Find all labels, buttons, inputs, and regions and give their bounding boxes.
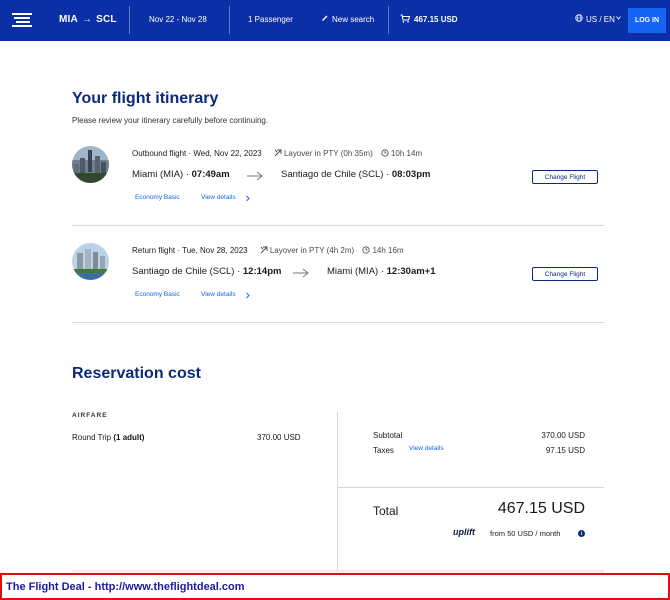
- return-departure-time: 12:14pm: [242, 266, 282, 277]
- login-button[interactable]: LOG IN: [628, 8, 666, 33]
- outbound-origin-city: Miami (MIA) ·: [132, 169, 192, 180]
- outbound-duration: 10h 14m: [390, 149, 423, 158]
- destination-city-image: [72, 146, 109, 183]
- origin-code: MIA: [59, 14, 78, 25]
- return-departure: Santiago de Chile (SCL) · 12:14pm: [132, 266, 281, 277]
- uplift-logo[interactable]: uplift: [453, 527, 475, 537]
- layover-icon: [274, 149, 282, 157]
- top-navigation-bar: MIA → SCL Nov 22 - Nov 28 1 Passenger New …: [0, 0, 670, 41]
- outbound-change-flight-button[interactable]: Change Flight: [532, 170, 598, 184]
- header-divider: [129, 6, 130, 34]
- chevron-down-icon: [616, 16, 621, 20]
- trip-passengers: (1 adult): [113, 433, 145, 442]
- outbound-arrival-time: 08:03pm: [391, 169, 431, 180]
- arrow-right-icon: [293, 268, 309, 278]
- route-arrow-icon: →: [81, 14, 93, 25]
- return-fare-class-link[interactable]: Economy Basic: [135, 291, 180, 298]
- total-label: Total: [373, 504, 399, 518]
- airfare-label: AIRFARE: [72, 412, 108, 419]
- travel-dates[interactable]: Nov 22 - Nov 28: [149, 15, 207, 24]
- subtotal-label: Subtotal: [373, 431, 403, 440]
- return-layover: Layover in PTY (4h 2m): [269, 246, 355, 255]
- return-flight-meta: Return flight · Tue, Nov 28, 2023 Layove…: [132, 246, 404, 255]
- globe-icon: [575, 14, 583, 22]
- new-search-link[interactable]: New search: [332, 15, 374, 24]
- itinerary-subtitle: Please review your itinerary carefully b…: [72, 116, 269, 125]
- return-arrival: Miami (MIA) · 12:30am+1: [327, 266, 436, 277]
- outbound-departure-time: 07:49am: [191, 169, 230, 180]
- trip-amount: 370.00 USD: [257, 433, 301, 442]
- outbound-arrival: Santiago de Chile (SCL) · 08:03pm: [281, 169, 430, 180]
- trip-type-text: Round Trip: [72, 433, 114, 442]
- return-change-flight-button[interactable]: Change Flight: [532, 267, 598, 281]
- return-flight-label: Return flight · Tue, Nov 28, 2023: [132, 246, 248, 255]
- origin-city-image: [72, 243, 109, 280]
- outbound-destination-city: Santiago de Chile (SCL) ·: [281, 169, 392, 180]
- arrow-right-icon: [247, 171, 263, 181]
- header-divider: [388, 6, 389, 34]
- airline-logo-icon[interactable]: [12, 10, 32, 30]
- info-icon[interactable]: i: [578, 530, 585, 537]
- return-arrival-time: 12:30am+1: [386, 266, 436, 277]
- outbound-fare-class-link[interactable]: Economy Basic: [135, 194, 180, 201]
- taxes-value: 97.15 USD: [545, 446, 585, 455]
- return-duration: 14h 16m: [372, 246, 404, 255]
- total-value: 467.15 USD: [497, 500, 585, 517]
- cart-total[interactable]: 467.15 USD: [414, 15, 458, 24]
- taxes-label: Taxes: [373, 446, 394, 455]
- pencil-icon: [322, 15, 328, 21]
- flight-deal-banner[interactable]: The Flight Deal - http://www.theflightde…: [0, 573, 670, 600]
- layover-icon: [260, 246, 268, 254]
- banner-text[interactable]: The Flight Deal - http://www.theflightde…: [6, 581, 245, 593]
- reservation-cost-title: Reservation cost: [72, 365, 201, 382]
- outbound-flight-meta: Outbound flight · Wed, Nov 22, 2023 Layo…: [132, 149, 422, 158]
- section-divider: [72, 322, 604, 323]
- cart-icon: [400, 14, 410, 23]
- outbound-flight-label: Outbound flight · Wed, Nov 22, 2023: [132, 149, 262, 158]
- locale-selector[interactable]: US / EN: [586, 15, 615, 24]
- return-origin-city: Santiago de Chile (SCL) ·: [132, 266, 243, 277]
- taxes-view-details-link[interactable]: View details: [409, 445, 444, 452]
- clock-icon: [381, 149, 389, 157]
- outbound-view-details-link[interactable]: View details: [201, 194, 236, 201]
- uplift-monthly-price[interactable]: from 50 USD / month: [490, 529, 560, 538]
- trip-type: Round Trip (1 adult): [72, 433, 144, 442]
- chevron-right-icon: [246, 195, 250, 202]
- route-summary[interactable]: MIA → SCL: [59, 14, 117, 25]
- total-divider: [338, 487, 604, 488]
- outbound-layover: Layover in PTY (0h 35m): [283, 149, 373, 158]
- return-view-details-link[interactable]: View details: [201, 291, 236, 298]
- section-divider: [72, 225, 604, 226]
- outbound-departure: Miami (MIA) · 07:49am: [132, 169, 230, 180]
- chevron-right-icon: [246, 292, 250, 299]
- destination-code: SCL: [96, 14, 117, 25]
- cost-column-divider: [337, 412, 338, 572]
- itinerary-title: Your flight itinerary: [72, 90, 219, 107]
- passenger-count[interactable]: 1 Passenger: [248, 15, 293, 24]
- clock-icon: [362, 246, 371, 254]
- header-divider: [229, 6, 230, 34]
- return-destination-city: Miami (MIA) ·: [327, 266, 387, 277]
- subtotal-value: 370.00 USD: [541, 431, 585, 440]
